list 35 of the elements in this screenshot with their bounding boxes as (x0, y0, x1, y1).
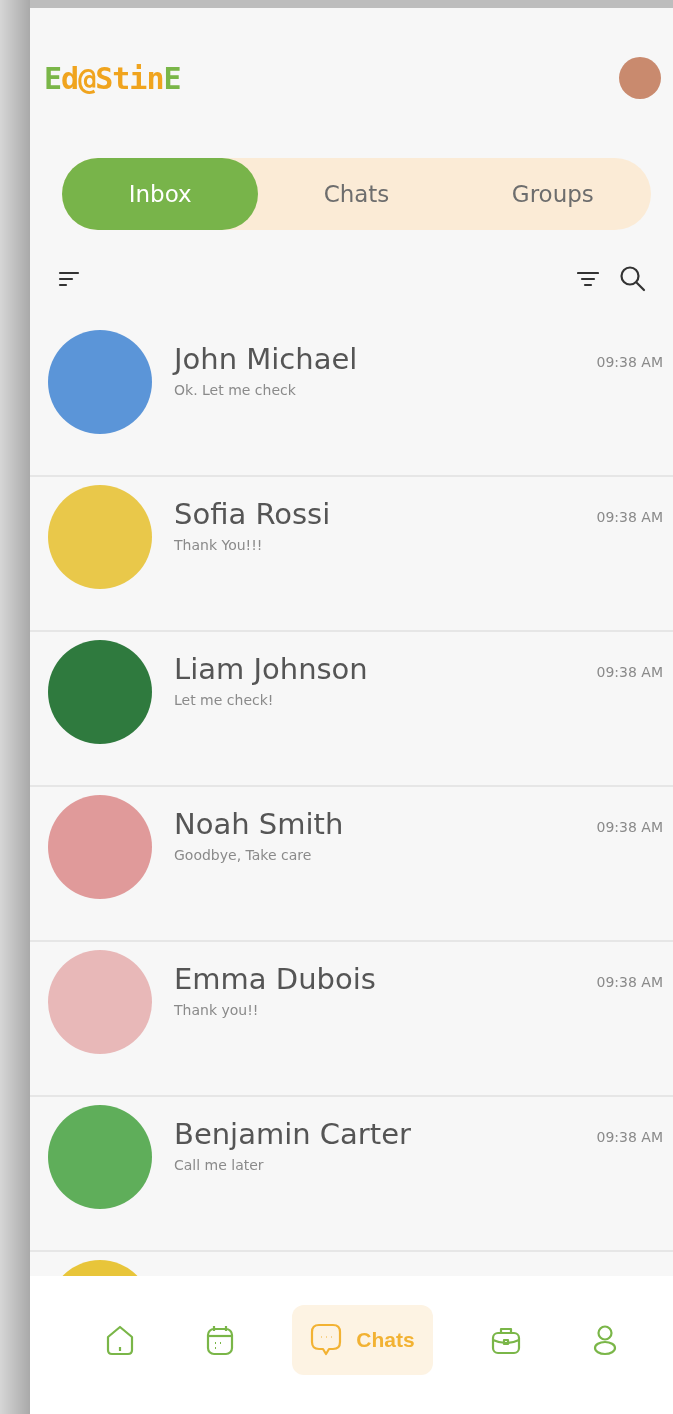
message-time: 09:38 AM (596, 819, 663, 835)
profile-avatar[interactable] (619, 57, 661, 99)
message-preview: Call me later (174, 1157, 265, 1173)
app-logo: Ed@StinE (44, 60, 181, 96)
contact-name: Sofia Rossi (174, 497, 331, 531)
contact-name: John Michael (174, 342, 358, 376)
message-time: 09:38 AM (596, 664, 663, 680)
tab[interactable]: Groups (454, 158, 651, 230)
message-time: 09:38 AM (596, 974, 663, 990)
filter-icon[interactable] (577, 270, 599, 288)
message-preview: Goodbye, Take care (174, 847, 313, 863)
message-time: 09:38 AM (596, 1129, 663, 1145)
chat-row[interactable]: Liam Johnson 09:38 AM Let me check! (30, 632, 673, 787)
contact-name: Noah Smith (174, 807, 344, 841)
chat-row[interactable]: Emma Dubois 09:38 AM Thank you!! (30, 942, 673, 1097)
home-icon (104, 1324, 135, 1356)
message-preview: Thank You!!! (174, 537, 264, 553)
contact-name: Benjamin Carter (174, 1117, 411, 1151)
chat-row[interactable]: Noah Smith 09:38 AM Goodbye, Take care (30, 787, 673, 942)
sort-icon[interactable] (58, 270, 80, 288)
chat-row[interactable]: John Michael 09:38 AM Ok. Let me check (30, 322, 673, 477)
message-preview: Thank you!! (174, 1002, 260, 1018)
message-preview: Ok. Let me check (174, 382, 297, 398)
contact-name: Liam Johnson (174, 652, 368, 686)
person-icon (592, 1324, 619, 1356)
chat-row[interactable]: Sofia Rossi 09:38 AM Thank You!!! (30, 477, 673, 632)
contact-name: Emma Dubois (174, 962, 376, 996)
chat-row[interactable]: Benjamin Carter 09:38 AM Call me later (30, 1097, 673, 1252)
message-preview: Let me check! (174, 692, 275, 708)
search-icon[interactable] (619, 265, 647, 293)
tab[interactable]: Chats (258, 158, 455, 230)
calendar-icon (204, 1324, 235, 1356)
message-time: 09:38 AM (596, 509, 663, 525)
chat-bubble-icon (310, 1323, 343, 1357)
message-time: 09:38 AM (596, 354, 663, 370)
